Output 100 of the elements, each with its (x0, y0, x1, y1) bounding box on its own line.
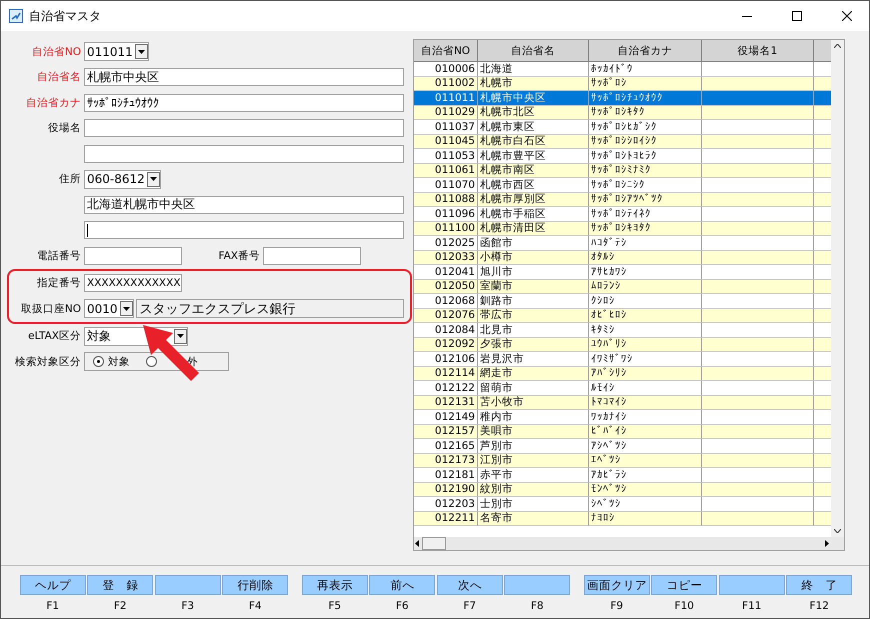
text-field[interactable] (263, 246, 361, 265)
scroll-right-icon[interactable] (824, 540, 830, 547)
table-row[interactable]: 012092 夕張市 ﾕｳﾊﾞﾘｼ (414, 338, 831, 352)
scroll-down-icon[interactable] (834, 529, 841, 533)
function-key-button[interactable]: ヘルプ (20, 575, 86, 595)
radio-label: 対象 (108, 354, 130, 369)
table-row[interactable]: 011002 札幌市 ｻｯﾎﾟﾛｼ (414, 76, 831, 91)
table-row[interactable]: 011045 札幌市白石区 ｻｯﾎﾟﾛｼｼﾛｲｼｸ (414, 134, 831, 149)
table-row[interactable]: 012149 稚内市 ﾜｯｶﾅｲｼ (414, 410, 831, 424)
function-key-button[interactable]: 次へ (436, 575, 503, 595)
function-key-button[interactable]: 登 録 (87, 575, 154, 595)
radio-icon[interactable] (93, 356, 104, 368)
key-label: F6 (396, 600, 409, 612)
field-label: 電話番号 (36, 248, 82, 263)
combo-box[interactable]: 0010 (84, 299, 134, 318)
scroll-left-icon[interactable] (414, 540, 420, 547)
table-row[interactable]: 012181 赤平市 ｱｶﾋﾞﾗｼ (414, 468, 831, 482)
text-field[interactable]: 札幌市中央区 (84, 68, 404, 86)
dropdown-arrow-icon (138, 50, 145, 54)
table-row[interactable]: 012203 士別市 ｼﾍﾞﾂｼ (414, 497, 831, 512)
table-row[interactable]: 012211 名寄市 ﾅﾖﾛｼ (414, 512, 831, 526)
field-label: 取扱口座NO (20, 302, 82, 316)
field-label: 役場名 (47, 121, 82, 136)
dropdown-arrow-icon (177, 334, 184, 338)
table-row[interactable]: 012157 美唄市 ﾋﾞﾊﾞｲｼ (414, 424, 831, 439)
app-icon (9, 9, 23, 23)
combo-box[interactable]: 060-8612 (84, 170, 161, 189)
function-key-button[interactable]: 前へ (369, 575, 436, 595)
text-field[interactable] (84, 144, 404, 163)
table-row[interactable]: 012190 紋別市 ﾓﾝﾍﾞﾂｼ (414, 482, 831, 497)
function-key-button[interactable]: 行削除 (222, 575, 288, 595)
table-cell: 012211 (414, 512, 478, 526)
table-row[interactable]: 011053 札幌市豊平区 ｻｯﾎﾟﾛｼﾄﾖﾋﾗｸ (414, 149, 831, 164)
function-key-button[interactable]: コピー (651, 575, 718, 595)
text-field[interactable] (84, 246, 182, 265)
table-row[interactable]: 012050 室蘭市 ﾑﾛﾗﾝｼ (414, 280, 831, 294)
function-key-button[interactable] (718, 575, 785, 595)
table-row[interactable]: 012033 小樽市 ｵﾀﾙｼ (414, 250, 831, 265)
field-label: 自治省NO (30, 44, 82, 59)
key-label: F2 (114, 600, 127, 612)
dropdown-arrow-icon (150, 177, 157, 182)
function-key-button[interactable]: 終 了 (786, 575, 852, 595)
table-row[interactable]: 011061 札幌市南区 ｻｯﾎﾟﾛｼﾐﾅﾐｸ (414, 164, 831, 178)
key-label: F7 (463, 600, 476, 612)
key-label: F8 (530, 600, 544, 612)
scroll-up-icon[interactable] (834, 44, 841, 48)
table-row[interactable]: 011088 札幌市厚別区 ｻｯﾎﾟﾛｼｱﾂﾍﾞﾂｸ (414, 192, 831, 207)
table-row[interactable]: 012131 苫小牧市 ﾄﾏｺﾏｲｼ (414, 396, 831, 410)
key-label: F9 (610, 600, 624, 612)
table-row[interactable]: 012041 旭川市 ｱｻﾋｶﾜｼ (414, 265, 831, 280)
key-label: F11 (742, 600, 762, 612)
function-key-button[interactable]: 再表示 (302, 575, 368, 595)
table-row[interactable]: 012084 北見市 ｷﾀﾐｼ (414, 323, 831, 338)
table-row[interactable]: 012106 岩見沢市 ｲﾜﾐｻﾞﾜｼ (414, 352, 831, 366)
field-label: 検索対象区分 (14, 354, 82, 369)
function-key-button[interactable] (154, 575, 221, 595)
dropdown-arrow-icon (122, 306, 130, 311)
table-row[interactable]: 012025 函館市 ﾊｺﾀﾞﾃｼ (414, 236, 831, 250)
key-label: F12 (810, 600, 829, 612)
table-row[interactable]: 012076 帯広市 ｵﾋﾞﾋﾛｼ (414, 308, 831, 323)
close-icon (842, 11, 852, 21)
table-row[interactable]: 012173 江別市 ｴﾍﾞﾂｼ (414, 454, 831, 468)
table-row[interactable]: 011037 札幌市東区 ｻｯﾎﾟﾛｼﾋｶﾞｼｸ (414, 120, 831, 134)
key-label: F10 (674, 600, 694, 612)
key-label: F4 (248, 600, 262, 612)
key-label: F3 (181, 600, 194, 612)
field-label: 住所 (58, 172, 82, 186)
combo-box[interactable]: 011011 (84, 42, 149, 62)
table-row[interactable]: 010006 北海道 ﾎｯｶｲﾄﾞｳ (414, 62, 831, 76)
text-field[interactable] (84, 221, 404, 240)
table-cell: 名寄市 (478, 512, 589, 526)
key-label: F5 (328, 600, 342, 612)
function-key-button[interactable] (504, 575, 570, 595)
table-cell: ﾅﾖﾛｼ (589, 512, 702, 526)
window-title: 自治省マスタ (29, 8, 102, 24)
maximize-icon (792, 11, 802, 21)
bank-name-field: スタッフエクスプレス銀行 (136, 299, 404, 318)
table-row[interactable]: 012114 網走市 ｱﾊﾞｼﾘｼ (414, 366, 831, 381)
table-row[interactable]: 011100 札幌市清田区 ｻｯﾎﾟﾛｼｷﾖﾀｸ (414, 222, 831, 236)
scroll-thumb[interactable] (422, 537, 446, 550)
table-row[interactable]: 012122 留萌市 ﾙﾓｲｼ (414, 381, 831, 396)
radio-icon[interactable] (146, 356, 157, 368)
key-label: F1 (46, 600, 60, 612)
field-label: eLTAX区分 (27, 329, 82, 344)
table-row[interactable]: 011011 札幌市中央区 ｻｯﾎﾟﾛｼﾁｭｳｵｳｸ (414, 91, 831, 106)
text-field[interactable] (84, 119, 404, 138)
field-label: 指定番号 (36, 276, 82, 290)
text-field[interactable]: XXXXXXXXXXXXX (84, 274, 182, 292)
text-field[interactable]: 北海道札幌市中央区 (84, 196, 404, 214)
table-row[interactable]: 012068 釧路市 ｸｼﾛｼ (414, 294, 831, 308)
field-label: FAX番号 (218, 248, 261, 263)
field-label: 自治省名 (36, 70, 82, 84)
table-row[interactable]: 012165 芦別市 ｱｼﾍﾞﾂｼ (414, 439, 831, 454)
table-row[interactable]: 011029 札幌市北区 ｻｯﾎﾟﾛｼｷﾀｸ (414, 106, 831, 120)
function-key-button[interactable]: 画面クリア (584, 575, 650, 595)
table-row[interactable]: 011096 札幌市手稲区 ｻｯﾎﾟﾛｼﾃｲﾈｸ (414, 207, 831, 222)
text-field[interactable]: ｻｯﾎﾟﾛｼﾁｭｳｵｳｸ (84, 94, 404, 112)
text-cursor (87, 224, 88, 237)
table-row[interactable]: 011070 札幌市西区 ｻｯﾎﾟﾛｼﾆｼｸ (414, 178, 831, 192)
field-label: 自治省カナ (25, 96, 82, 110)
